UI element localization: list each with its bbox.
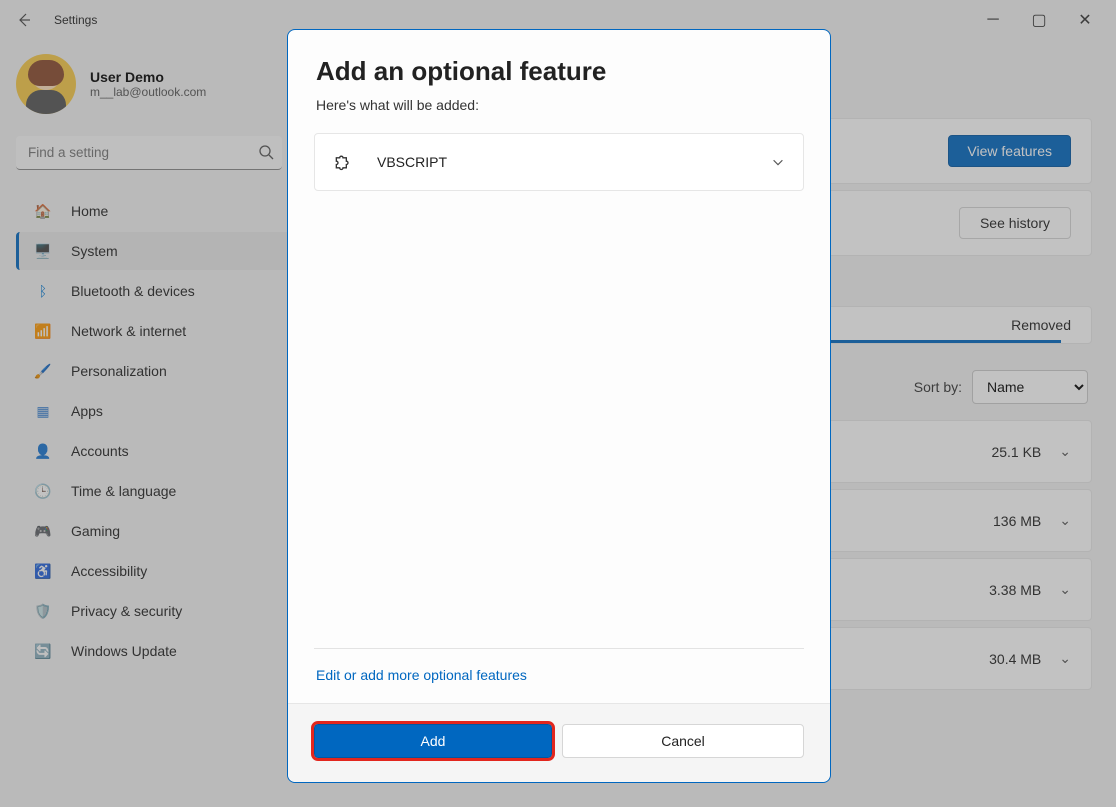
- pending-feature-name: VBSCRIPT: [377, 154, 771, 170]
- pending-feature-item[interactable]: VBSCRIPT: [314, 133, 804, 191]
- dialog-title: Add an optional feature: [316, 56, 802, 87]
- cancel-button[interactable]: Cancel: [562, 724, 804, 758]
- add-feature-dialog: Add an optional feature Here's what will…: [287, 29, 831, 783]
- puzzle-icon: [333, 152, 353, 172]
- dialog-subtitle: Here's what will be added:: [316, 97, 802, 113]
- edit-features-link[interactable]: Edit or add more optional features: [288, 649, 830, 703]
- add-button[interactable]: Add: [314, 724, 552, 758]
- chevron-down-icon: [771, 155, 785, 169]
